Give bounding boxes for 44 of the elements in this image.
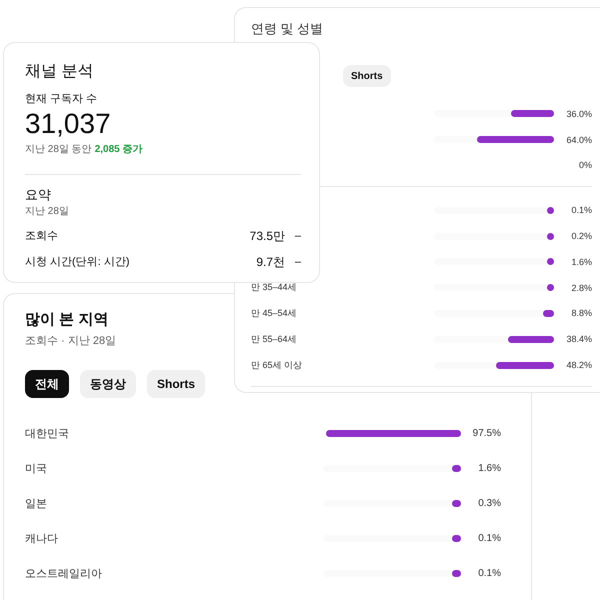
card-subtitle: 조회수 · 지난 28일 [25,334,116,349]
percent-value: 0.1% [477,568,501,579]
section-title: 요약 [25,187,52,203]
country-label: 대한민국 [25,427,70,441]
percent-value: 97.5% [472,428,501,439]
percent-value: 0.3% [477,498,501,509]
filter-chip[interactable]: Shorts [147,370,206,398]
metric-label: 시청 시간(단위: 시간) [25,255,130,270]
card-title: 많이 본 지역 [25,310,108,330]
age-label: 만 35–44세 [251,281,298,294]
percent-value: 48.2% [565,360,592,370]
metric-value: 73.5만 [250,228,285,245]
age-label: 만 45–54세 [251,306,298,320]
percent-value: 64.0% [565,134,592,145]
filter-chip[interactable]: 동영상 [80,370,136,398]
trend-dash: – [294,229,301,244]
trend-dash: – [294,255,301,270]
country-label: 오스트레일리아 [25,567,103,581]
percent-value: 0.1% [477,533,501,544]
age-label: 만 55–64세 [251,332,298,346]
country-label: 일본 [25,497,48,511]
percent-value: 8.8% [570,308,592,318]
country-label: 미국 [25,462,48,476]
filter-chip[interactable]: Shorts [343,65,391,87]
card-title: 연령 및 성별 [251,20,324,38]
period-text: 지난 28일 동안 [25,143,92,157]
metric-value: 9.7천 [256,254,285,271]
percent-value: 38.4% [565,334,592,344]
percent-value: 36.0% [565,108,592,119]
age-label: 만 65세 이상 [251,358,304,372]
card-title: 채널 분석 [25,62,94,82]
subscribers-label: 현재 구독자 수 [25,92,98,107]
subscriber-count: 31,037 [25,108,112,140]
subscriber-change: 2,085 증가 [94,143,142,157]
percent-value: 0.2% [570,231,592,242]
percent-value: 2.8% [570,282,592,293]
percent-value: 1.6% [570,256,592,267]
country-label: 캐나다 [25,532,59,546]
percent-value: 0% [578,160,592,170]
filter-chip[interactable]: 전체 [25,370,69,398]
metric-label: 조회수 [25,229,59,244]
percent-value: 0.1% [570,205,592,216]
percent-value: 1.6% [477,463,501,474]
section-subtitle: 지난 28일 [25,205,70,219]
